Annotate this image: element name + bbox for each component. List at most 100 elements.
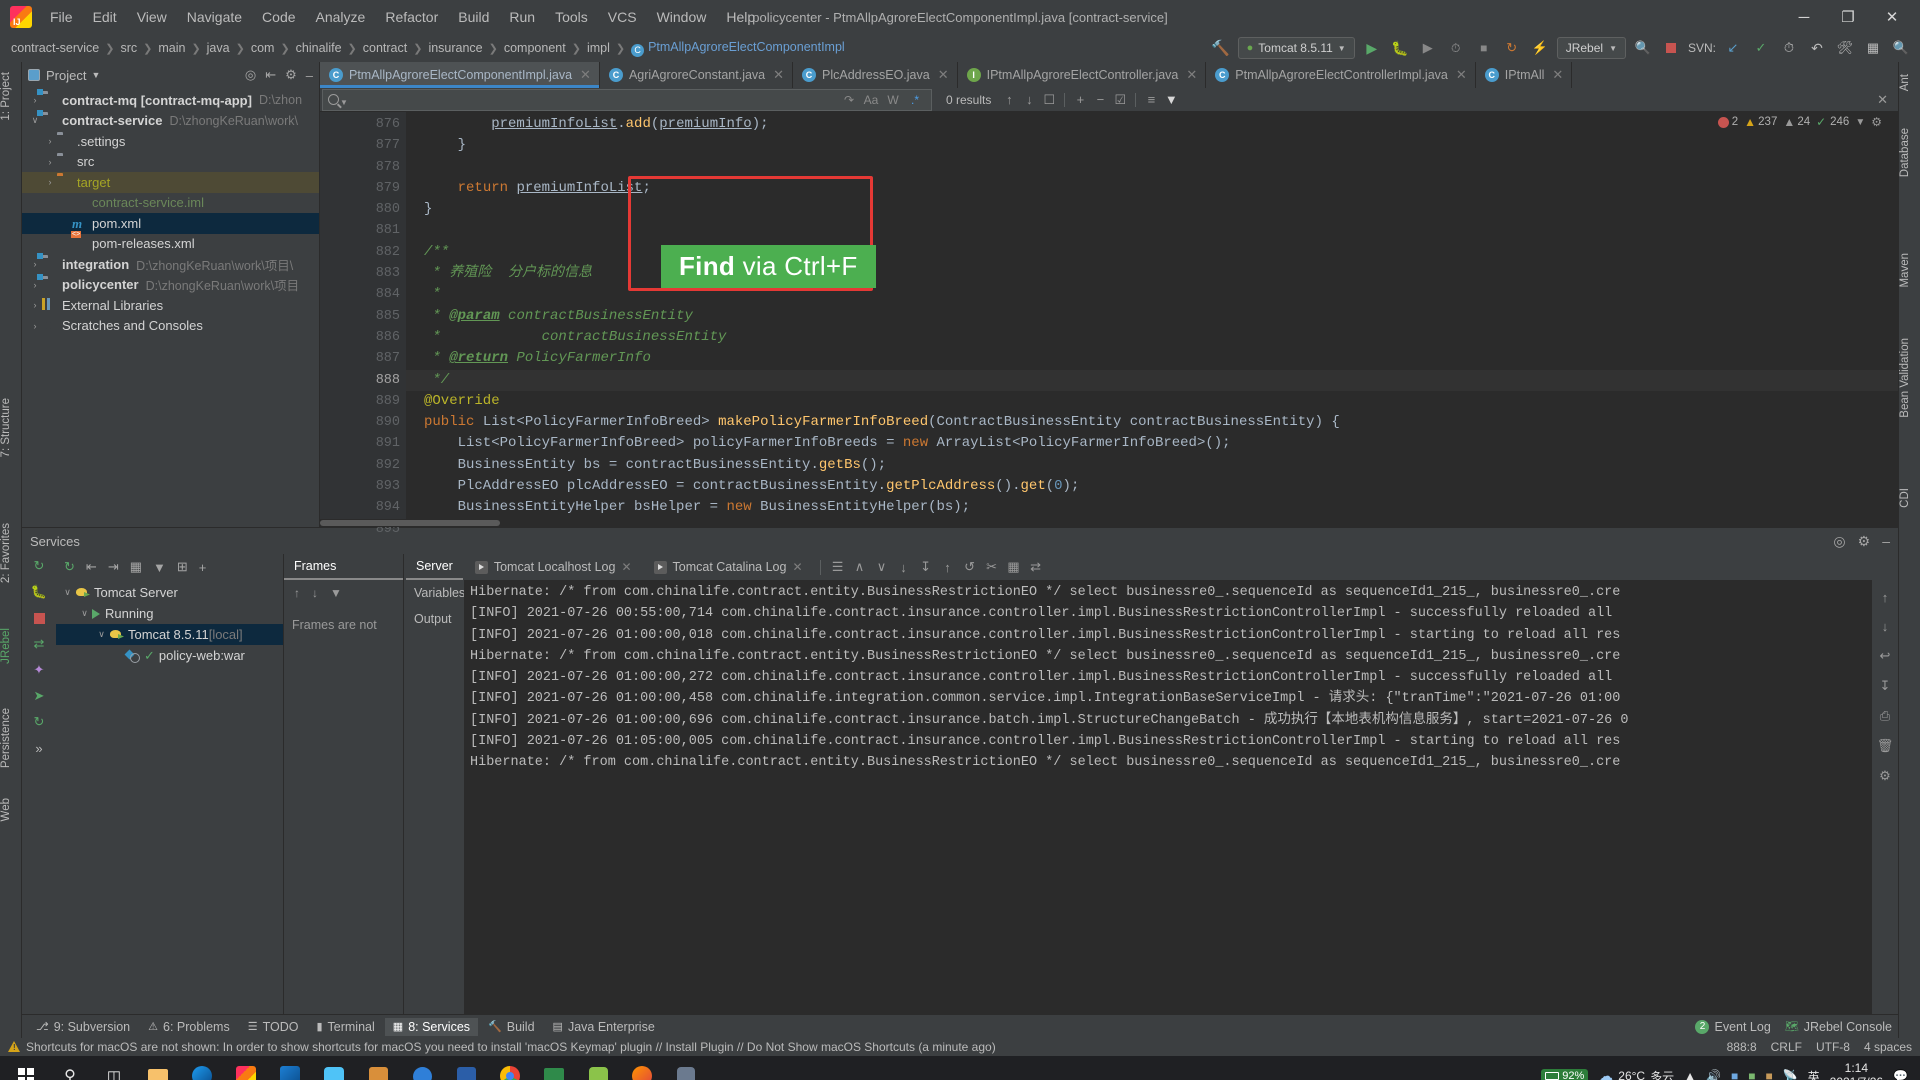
tray-app-1-icon[interactable]: ■: [1731, 1069, 1738, 1080]
settings-icon[interactable]: ⚙: [1879, 768, 1891, 784]
tool-window-cdi[interactable]: CDI: [1899, 482, 1920, 514]
chevron-down-icon[interactable]: ▼: [1855, 117, 1865, 128]
collapse-all-icon[interactable]: ⇤: [265, 67, 276, 83]
close-tab-icon[interactable]: ✕: [1552, 67, 1563, 83]
notes-app-icon[interactable]: [356, 1056, 400, 1080]
start-button[interactable]: [4, 1056, 48, 1080]
code-line[interactable]: [406, 157, 1898, 178]
breadcrumb-item-9[interactable]: impl: [584, 40, 613, 56]
project-structure-icon[interactable]: ▦: [1862, 37, 1884, 59]
project-tree-item[interactable]: contract-service.iml: [22, 193, 319, 214]
bottom-tool-tab[interactable]: ☰ TODO: [240, 1018, 307, 1036]
gear-icon[interactable]: ⚙: [285, 67, 297, 83]
services-tree-item[interactable]: ∨ Tomcat Server: [56, 582, 283, 603]
list-icon[interactable]: ☰: [828, 559, 848, 575]
code-line[interactable]: List<PolicyFarmerInfoBreed> policyFarmer…: [406, 433, 1898, 454]
update-resources-icon[interactable]: ✦: [31, 662, 47, 678]
upload-icon[interactable]: ↑: [938, 560, 958, 575]
services-content-tab[interactable]: Server: [406, 554, 463, 580]
menu-refactor[interactable]: Refactor: [375, 5, 448, 29]
chevron-right-icon[interactable]: ›: [28, 280, 42, 290]
code-line[interactable]: public List<PolicyFarmerInfoBreed> makeP…: [406, 412, 1898, 433]
collapse-all-icon[interactable]: ⇥: [108, 559, 119, 575]
tool-window-favorites[interactable]: 2: Favorites: [0, 517, 22, 589]
add-occurrence-icon[interactable]: +: [1070, 92, 1090, 107]
close-tab-icon[interactable]: ✕: [1186, 67, 1197, 83]
code-line[interactable]: }: [406, 135, 1898, 156]
editor-tab[interactable]: C AgriAgroreConstant.java ✕: [600, 62, 794, 88]
editor-tab[interactable]: C PtmAllpAgroreElectComponentImpl.java ✕: [320, 62, 600, 88]
locate-file-icon[interactable]: ◎: [245, 67, 256, 83]
menu-file[interactable]: File: [40, 5, 83, 29]
cut-icon[interactable]: ✂: [982, 559, 1002, 575]
menu-edit[interactable]: Edit: [83, 5, 127, 29]
frame-up-icon[interactable]: ↑: [294, 586, 300, 600]
code-line[interactable]: @Override: [406, 391, 1898, 412]
hotswap-button[interactable]: ⚡: [1529, 37, 1551, 59]
weak-warning-count[interactable]: ▲ 24: [1783, 116, 1810, 129]
code-content[interactable]: premiumInfoList.add(premiumInfo); } retu…: [406, 112, 1898, 527]
run-with-coverage-button[interactable]: ▶: [1417, 37, 1439, 59]
stop-red-icon[interactable]: [1660, 37, 1682, 59]
menu-code[interactable]: Code: [252, 5, 305, 29]
menu-help[interactable]: Help: [716, 5, 765, 29]
rerun-icon[interactable]: ↻: [31, 558, 47, 574]
tool-window-bean-validation[interactable]: Bean Validation: [1899, 332, 1920, 424]
table-icon[interactable]: ▦: [1004, 559, 1024, 575]
chevron-down-icon[interactable]: ▼: [340, 98, 348, 107]
search-everywhere-icon[interactable]: 🔍: [1632, 37, 1654, 59]
find-previous-icon[interactable]: ↑: [999, 92, 1019, 107]
console-output[interactable]: Hibernate: /* from com.chinalife.contrac…: [464, 580, 1872, 1014]
settings-gear-icon[interactable]: 🛠: [1834, 37, 1856, 59]
filter-icon[interactable]: ▼: [330, 586, 342, 600]
up-icon[interactable]: ∧: [850, 559, 870, 575]
project-tree-item[interactable]: pom-releases.xml: [22, 234, 319, 255]
search-icon[interactable]: ⚲: [48, 1056, 92, 1080]
chevron-down-icon[interactable]: ∨: [94, 629, 109, 640]
file-explorer-icon[interactable]: [136, 1056, 180, 1080]
task-view-icon[interactable]: ◫: [92, 1056, 136, 1080]
close-button[interactable]: ✕: [1870, 1, 1914, 33]
code-line[interactable]: BusinessEntity bs = contractBusinessEnti…: [406, 455, 1898, 476]
project-tree-item[interactable]: › Scratches and Consoles: [22, 316, 319, 337]
project-tree-item[interactable]: m pom.xml: [22, 213, 319, 234]
svn-history-icon[interactable]: ⏱: [1778, 37, 1800, 59]
stop-icon[interactable]: [31, 610, 47, 626]
tray-expand-icon[interactable]: ▲: [1684, 1069, 1696, 1080]
editor-tab[interactable]: C PlcAddressEO.java ✕: [793, 62, 958, 88]
build-hammer-icon[interactable]: 🔨: [1210, 37, 1232, 59]
code-line[interactable]: }: [406, 199, 1898, 220]
services-tree-item[interactable]: ∨ Running: [56, 603, 283, 624]
bottom-tool-tab[interactable]: ▦ 8: Services: [384, 1017, 479, 1036]
chevron-down-icon[interactable]: ∨: [77, 608, 92, 619]
filter-icon[interactable]: ▼: [153, 560, 166, 575]
chevron-right-icon[interactable]: ›: [43, 157, 57, 167]
paint-app-icon[interactable]: [576, 1056, 620, 1080]
clock[interactable]: 1:14 2021/7/26: [1830, 1061, 1883, 1080]
battery-indicator[interactable]: 92%: [1541, 1069, 1589, 1080]
bottom-tool-tab[interactable]: ⎇ 9: Subversion: [28, 1018, 138, 1036]
indent-setting[interactable]: 4 spaces: [1864, 1040, 1912, 1054]
match-case-icon[interactable]: Aa: [860, 93, 882, 107]
bottom-tool-tab[interactable]: 🔨 Build: [480, 1018, 543, 1036]
code-line[interactable]: premiumInfoList.add(premiumInfo);: [406, 114, 1898, 135]
breadcrumb-current-class[interactable]: C PtmAllpAgroreElectComponentImpl: [628, 39, 848, 58]
breadcrumb-item-3[interactable]: java: [204, 40, 233, 56]
notification-center-icon[interactable]: 💬: [1893, 1069, 1908, 1080]
bottom-right-item[interactable]: 2 Event Log: [1695, 1019, 1771, 1034]
breadcrumb-item-7[interactable]: insurance: [425, 40, 485, 56]
code-line[interactable]: */: [406, 369, 1898, 391]
chevron-down-icon[interactable]: ∨: [60, 587, 75, 598]
export-icon[interactable]: ↧: [916, 559, 936, 575]
chevron-right-icon[interactable]: ›: [43, 177, 57, 187]
mail-app-icon[interactable]: [532, 1056, 576, 1080]
breadcrumb-item-2[interactable]: main: [155, 40, 188, 56]
status-message[interactable]: Shortcuts for macOS are not shown: In or…: [26, 1040, 996, 1054]
breadcrumb-item-8[interactable]: component: [501, 40, 569, 56]
volume-icon[interactable]: 🔊: [1706, 1069, 1721, 1080]
menu-build[interactable]: Build: [448, 5, 499, 29]
services-tree-item[interactable]: ∨ Tomcat 8.5.11 [local]: [56, 624, 283, 645]
services-content-tab[interactable]: Tomcat Catalina Log ✕: [644, 554, 813, 580]
rerun-icon[interactable]: ↺: [960, 559, 980, 575]
close-tab-icon[interactable]: ✕: [773, 67, 784, 83]
